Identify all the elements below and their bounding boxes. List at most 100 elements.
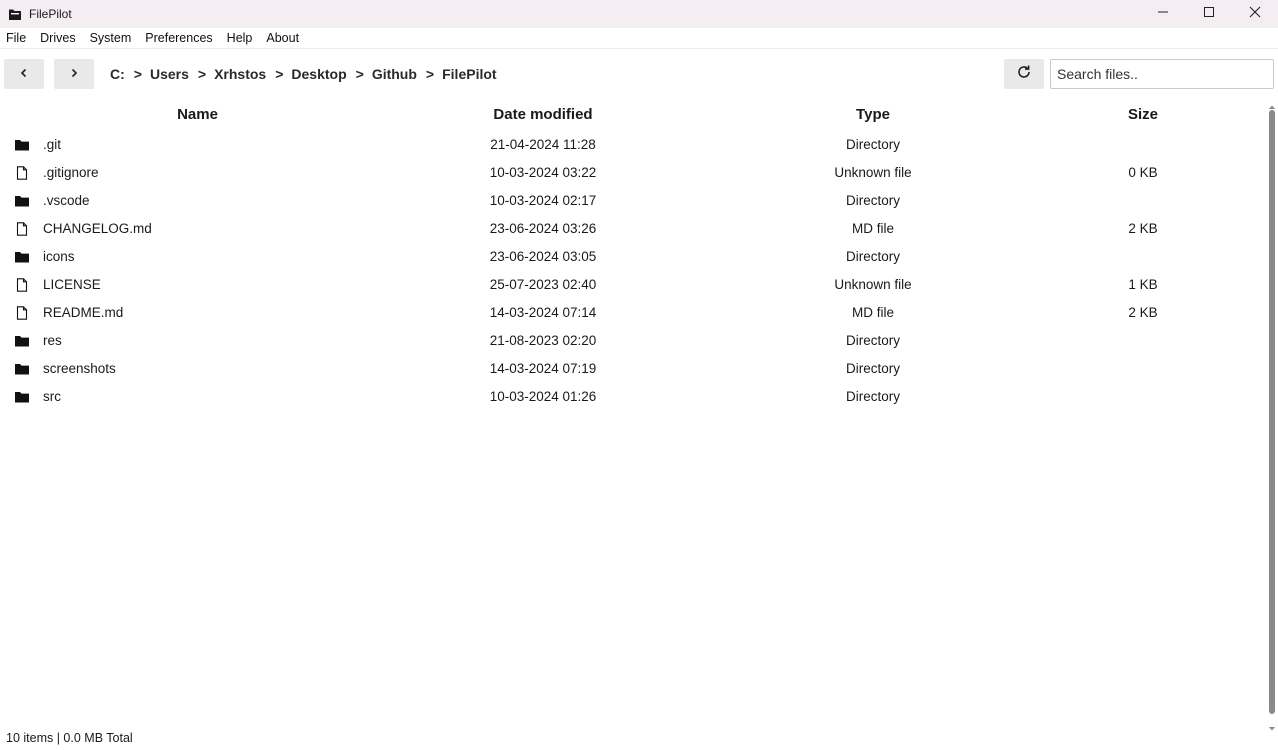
file-name: screenshots: [43, 361, 116, 376]
column-header-date-modified[interactable]: Date modified: [443, 100, 643, 130]
file-name: icons: [43, 249, 75, 264]
file-icon: [14, 222, 30, 236]
table-row[interactable]: .git 21-04-2024 11:28 Directory: [0, 131, 1266, 159]
folder-icon: [14, 194, 30, 208]
column-header-name[interactable]: Name: [0, 100, 395, 130]
file-icon: [14, 166, 30, 180]
forward-button[interactable]: [54, 59, 94, 89]
folder-icon: [14, 390, 30, 404]
file-type: Directory: [845, 333, 900, 348]
file-list: .git 21-04-2024 11:28 Directory .gitigno…: [0, 131, 1266, 411]
menu-bar: File Drives System Preferences Help Abou…: [0, 28, 1278, 49]
refresh-icon: [1016, 64, 1032, 85]
status-bar-text: 10 items | 0.0 MB Total: [6, 731, 133, 745]
menu-file[interactable]: File: [6, 31, 26, 45]
scroll-down-arrow-icon[interactable]: [1268, 720, 1276, 731]
breadcrumb-item-users[interactable]: Users: [150, 66, 189, 82]
file-date: 23-06-2024 03:05: [489, 249, 597, 264]
breadcrumb-separator: >: [355, 66, 364, 82]
chevron-right-icon: [69, 65, 79, 83]
file-date: 10-03-2024 02:17: [489, 193, 597, 208]
close-button[interactable]: [1232, 0, 1278, 28]
folder-app-icon: [8, 7, 22, 21]
maximize-button[interactable]: [1186, 0, 1232, 28]
back-button[interactable]: [4, 59, 44, 89]
window-controls: [1140, 0, 1278, 28]
breadcrumb-separator: >: [197, 66, 207, 82]
refresh-button[interactable]: [1004, 59, 1044, 89]
breadcrumb-item-c[interactable]: C:: [110, 66, 125, 82]
file-type: Directory: [845, 389, 900, 404]
file-type: Directory: [845, 137, 900, 152]
file-type: MD file: [851, 305, 894, 320]
table-row[interactable]: README.md 14-03-2024 07:14 MD file 2 KB: [0, 299, 1266, 327]
table-row[interactable]: .gitignore 10-03-2024 03:22 Unknown file…: [0, 159, 1266, 187]
table-row[interactable]: screenshots 14-03-2024 07:19 Directory: [0, 355, 1266, 383]
file-size: 1 KB: [1128, 277, 1158, 292]
file-size: 0 KB: [1128, 165, 1158, 180]
file-type: MD file: [851, 221, 894, 236]
table-row[interactable]: icons 23-06-2024 03:05 Directory: [0, 243, 1266, 271]
file-name: CHANGELOG.md: [43, 221, 152, 236]
table-row[interactable]: LICENSE 25-07-2023 02:40 Unknown file 1 …: [0, 271, 1266, 299]
table-row[interactable]: src 10-03-2024 01:26 Directory: [0, 383, 1266, 411]
file-name: .vscode: [43, 193, 90, 208]
file-name: .gitignore: [43, 165, 99, 180]
search-input[interactable]: [1050, 59, 1274, 89]
file-date: 14-03-2024 07:19: [489, 361, 597, 376]
file-icon: [14, 278, 30, 292]
scrollbar-thumb[interactable]: [1269, 110, 1275, 714]
file-date: 10-03-2024 01:26: [489, 389, 597, 404]
breadcrumb: C: > Users > Xrhstos > Desktop > Github …: [110, 56, 497, 92]
breadcrumb-item-github[interactable]: Github: [372, 66, 417, 82]
file-date: 10-03-2024 03:22: [489, 165, 597, 180]
minimize-button[interactable]: [1140, 0, 1186, 28]
breadcrumb-separator: >: [133, 66, 142, 82]
file-type: Directory: [845, 249, 900, 264]
window-title: FilePilot: [29, 7, 72, 21]
file-size: 2 KB: [1128, 221, 1158, 236]
breadcrumb-item-xrhstos[interactable]: Xrhstos: [214, 66, 266, 82]
file-type: Directory: [845, 193, 900, 208]
close-icon: [1249, 5, 1261, 23]
breadcrumb-separator: >: [275, 66, 284, 82]
menu-about[interactable]: About: [266, 31, 299, 45]
toolbar: C: > Users > Xrhstos > Desktop > Github …: [0, 56, 1278, 92]
table-row[interactable]: CHANGELOG.md 23-06-2024 03:26 MD file 2 …: [0, 215, 1266, 243]
file-name: src: [43, 389, 61, 404]
file-icon: [14, 306, 30, 320]
menu-system[interactable]: System: [90, 31, 132, 45]
scroll-up-arrow-icon[interactable]: [1268, 98, 1276, 109]
column-header-size[interactable]: Size: [1043, 100, 1243, 130]
breadcrumb-item-desktop[interactable]: Desktop: [291, 66, 346, 82]
file-date: 14-03-2024 07:14: [489, 305, 597, 320]
breadcrumb-separator: >: [425, 66, 435, 82]
file-type: Directory: [845, 361, 900, 376]
file-date: 21-08-2023 02:20: [489, 333, 597, 348]
file-name: README.md: [43, 305, 124, 320]
breadcrumb-item-filepilot[interactable]: FilePilot: [442, 66, 496, 82]
file-name: res: [43, 333, 62, 348]
file-size: 2 KB: [1128, 305, 1158, 320]
minimize-icon: [1157, 5, 1169, 23]
chevron-left-icon: [19, 65, 29, 83]
vertical-scrollbar[interactable]: [1266, 98, 1278, 731]
file-date: 25-07-2023 02:40: [489, 277, 597, 292]
menu-drives[interactable]: Drives: [40, 31, 75, 45]
column-header-type[interactable]: Type: [773, 100, 973, 130]
folder-icon: [14, 334, 30, 348]
file-type: Unknown file: [834, 277, 912, 292]
folder-icon: [14, 362, 30, 376]
file-date: 23-06-2024 03:26: [489, 221, 597, 236]
folder-icon: [14, 138, 30, 152]
file-name: LICENSE: [43, 277, 101, 292]
menu-preferences[interactable]: Preferences: [145, 31, 212, 45]
table-row[interactable]: .vscode 10-03-2024 02:17 Directory: [0, 187, 1266, 215]
folder-icon: [14, 250, 30, 264]
file-name: .git: [43, 137, 62, 152]
title-bar: FilePilot: [0, 0, 1278, 28]
file-table-header: Name Date modified Type Size: [0, 100, 1266, 130]
file-type: Unknown file: [834, 165, 912, 180]
table-row[interactable]: res 21-08-2023 02:20 Directory: [0, 327, 1266, 355]
menu-help[interactable]: Help: [227, 31, 253, 45]
